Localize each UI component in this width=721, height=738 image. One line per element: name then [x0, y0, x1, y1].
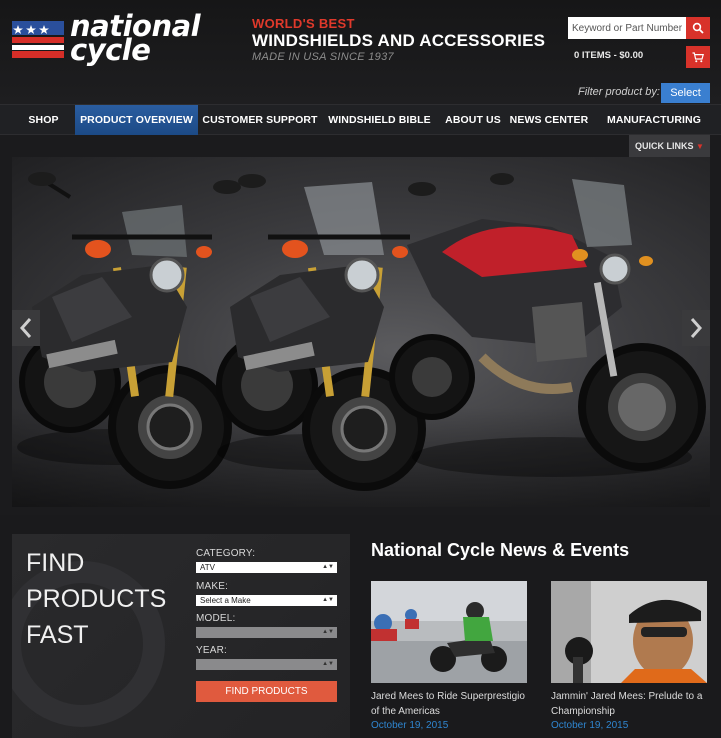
- tagline: WORLD'S BEST WINDSHIELDS AND ACCESSORIES…: [252, 17, 545, 63]
- cart-summary[interactable]: 0 ITEMS - $0.00: [568, 46, 710, 68]
- nav-item-manufacturing[interactable]: MANUFACTURING: [589, 105, 719, 135]
- caret-down-icon: ▼: [696, 142, 704, 151]
- page: national cycle WORLD'S BEST WINDSHIELDS …: [0, 0, 721, 738]
- tagline-top: WORLD'S BEST: [252, 16, 355, 31]
- news-thumbnail-2[interactable]: [551, 581, 707, 683]
- nav-item-about-us[interactable]: ABOUT US: [437, 105, 509, 135]
- nav-item-shop[interactable]: SHOP: [12, 105, 75, 135]
- finder-title-line-1: FIND: [26, 549, 85, 577]
- quick-links-button[interactable]: QUICK LINKS ▼: [629, 135, 710, 157]
- news-thumbnail-1[interactable]: [371, 581, 527, 683]
- make-select[interactable]: Select a Make ▲▼: [196, 595, 337, 606]
- finder-title-line-2: PRODUCTS: [26, 585, 167, 613]
- finder-title-line-3: FAST: [26, 621, 89, 649]
- slider-prev-button[interactable]: [12, 310, 40, 346]
- national-cycle-logo[interactable]: national cycle: [12, 12, 217, 67]
- motorcycle-2: [216, 174, 436, 491]
- rider-interview-photo-image: [551, 581, 707, 683]
- model-label: MODEL:: [196, 613, 236, 624]
- search-box: [568, 17, 710, 39]
- slider-next-button[interactable]: [682, 310, 710, 346]
- quick-links-label: QUICK LINKS: [635, 141, 694, 151]
- select-arrow-icon: ▲▼: [322, 661, 334, 667]
- tagline-main: WINDSHIELDS AND ACCESSORIES: [252, 31, 546, 50]
- model-select[interactable]: ▲▼: [196, 627, 337, 638]
- chevron-right-icon: [690, 318, 703, 338]
- select-arrow-icon: ▲▼: [322, 629, 334, 635]
- year-label: YEAR:: [196, 645, 228, 656]
- motorcycle-1: [17, 172, 241, 489]
- site-header: national cycle WORLD'S BEST WINDSHIELDS …: [0, 0, 721, 104]
- filter-select-button[interactable]: Select: [661, 83, 710, 103]
- category-label: CATEGORY:: [196, 548, 256, 559]
- category-select[interactable]: ATV ▲▼: [196, 562, 337, 573]
- make-select-value: Select a Make: [200, 596, 251, 605]
- chevron-left-icon: [19, 318, 32, 338]
- select-arrow-icon: ▲▼: [322, 564, 334, 570]
- tagline-sub: MADE IN USA SINCE 1937: [252, 51, 394, 63]
- cart-summary-text: 0 ITEMS - $0.00: [574, 50, 644, 61]
- find-products-button[interactable]: FIND PRODUCTS: [196, 681, 337, 702]
- finder-title: FIND PRODUCTS FAST: [26, 545, 176, 653]
- motorcycles-image: [17, 172, 706, 491]
- flag-icon: [12, 21, 64, 58]
- cart-button[interactable]: [686, 46, 710, 68]
- news-caption-1[interactable]: Jared Mees to Ride Superprestigio of the…: [371, 689, 531, 719]
- news-heading: National Cycle News & Events: [371, 540, 630, 560]
- category-select-value: ATV: [200, 563, 215, 572]
- nav-item-customer-support[interactable]: CUSTOMER SUPPORT: [198, 105, 322, 135]
- filter-label: Filter product by:: [578, 86, 660, 98]
- nav-item-news-center[interactable]: NEWS CENTER: [509, 105, 589, 135]
- race-photo-image: [371, 581, 527, 683]
- logo-word-cycle: cycle: [70, 33, 151, 67]
- main-nav: SHOP PRODUCT OVERVIEW CUSTOMER SUPPORT W…: [0, 104, 721, 135]
- news-caption-2[interactable]: Jammin' Jared Mees: Prelude to a Champio…: [551, 689, 711, 719]
- motorcycle-3: [389, 173, 706, 477]
- cart-icon: [692, 51, 704, 62]
- year-select[interactable]: ▲▼: [196, 659, 337, 670]
- search-button[interactable]: [686, 17, 710, 39]
- news-date-1: October 19, 2015: [371, 720, 449, 731]
- make-label: MAKE:: [196, 581, 229, 592]
- nav-item-windshield-bible[interactable]: WINDSHIELD BIBLE: [322, 105, 437, 135]
- nav-item-product-overview[interactable]: PRODUCT OVERVIEW: [75, 105, 198, 135]
- search-input[interactable]: [568, 17, 686, 39]
- select-arrow-icon: ▲▼: [322, 597, 334, 603]
- hero-slider[interactable]: [12, 157, 710, 507]
- news-date-2: October 19, 2015: [551, 720, 629, 731]
- search-icon: [692, 22, 704, 34]
